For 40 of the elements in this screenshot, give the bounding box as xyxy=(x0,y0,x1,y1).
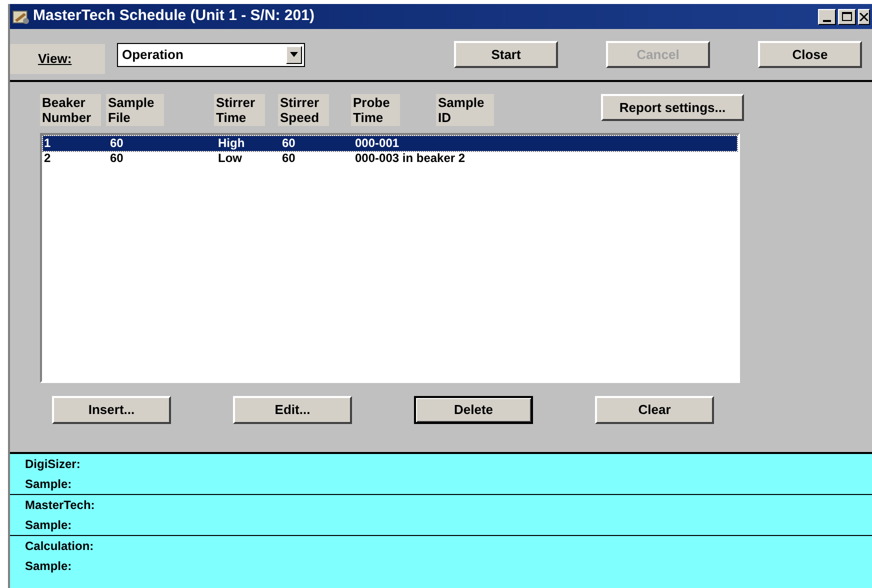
list-cell-text: 60 xyxy=(109,136,124,151)
window-title: MasterTech Schedule (Unit 1 - S/N: 201) xyxy=(33,6,314,26)
list-cell-text: 000-001 xyxy=(354,136,400,151)
minimize-button[interactable] xyxy=(818,8,836,24)
list-cell-text: 2 xyxy=(43,151,52,166)
view-dropdown[interactable]: Operation xyxy=(117,42,305,66)
column-header: Beaker Number xyxy=(40,94,102,126)
list-cell: 000-003 in beaker 2 xyxy=(354,151,466,166)
column-header: Stirrer Time xyxy=(214,94,266,126)
list-cell-text: 60 xyxy=(109,151,124,166)
list-cell-text: Low xyxy=(217,151,243,166)
maximize-icon xyxy=(842,12,852,21)
action-button[interactable]: Edit... xyxy=(233,396,352,424)
toolbar-button[interactable]: Close xyxy=(758,41,862,68)
view-label: View: xyxy=(38,50,72,68)
list-row[interactable]: 1 60 High 60 000-001 xyxy=(43,136,737,151)
toolbar-button[interactable]: Start xyxy=(454,41,558,68)
action-button[interactable]: Insert... xyxy=(52,396,171,424)
list-cell-text: 60 xyxy=(281,151,296,166)
status-label: Sample: xyxy=(25,517,72,534)
close-button[interactable] xyxy=(858,8,870,24)
status-label: Calculation: xyxy=(25,538,94,555)
action-button[interactable]: Delete xyxy=(414,396,533,424)
column-header: Sample ID xyxy=(436,94,494,126)
status-label: Sample: xyxy=(25,558,72,575)
action-button[interactable]: Clear xyxy=(595,396,714,424)
report-settings-button[interactable]: Report settings... xyxy=(601,94,744,121)
list-cell-text: 1 xyxy=(43,136,52,151)
close-icon xyxy=(859,12,868,20)
status-label: DigiSizer: xyxy=(25,456,80,473)
list-cell-text: 60 xyxy=(281,136,296,151)
app-icon xyxy=(12,8,30,24)
list-cell-text: High xyxy=(217,136,246,151)
minimize-icon xyxy=(823,20,831,22)
status-label: MasterTech: xyxy=(25,497,95,514)
maximize-button[interactable] xyxy=(838,8,856,24)
status-label: Sample: xyxy=(25,476,72,493)
column-header: Stirrer Speed xyxy=(278,94,330,126)
column-header: Sample File xyxy=(106,94,164,126)
column-header: Probe Time xyxy=(351,94,400,126)
